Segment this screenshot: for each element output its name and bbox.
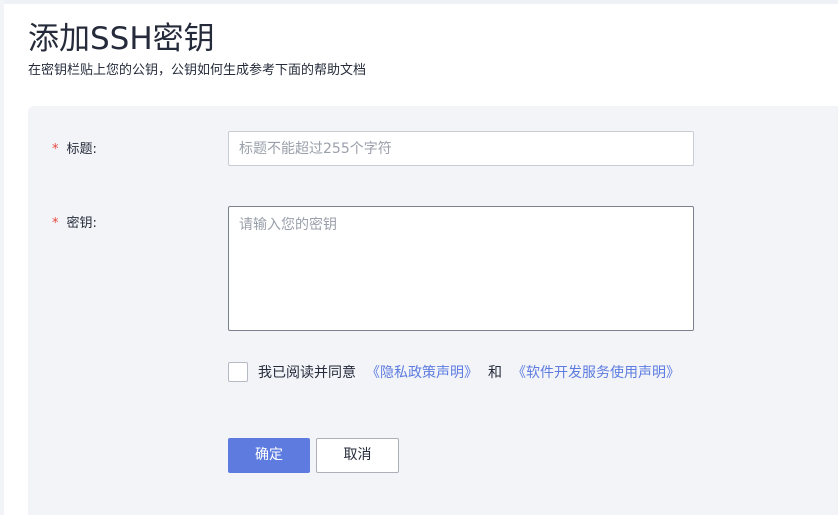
cancel-button[interactable]: 取消 <box>316 438 399 473</box>
required-mark: * <box>52 142 59 157</box>
required-mark: * <box>52 216 59 231</box>
title-field-label: * 标题: <box>52 140 97 160</box>
title-label-text: 标题: <box>66 142 97 157</box>
left-divider <box>0 0 4 515</box>
title-input[interactable] <box>228 131 694 166</box>
top-divider <box>0 0 838 4</box>
key-label-text: 密钥: <box>66 216 97 231</box>
confirm-button[interactable]: 确定 <box>228 438 310 473</box>
agreement-conjunction: 和 <box>488 365 502 381</box>
add-ssh-key-page: 添加SSH密钥 在密钥栏贴上您的公钥，公钥如何生成参考下面的帮助文档 * 标题: … <box>0 0 838 515</box>
key-field-label: * 密钥: <box>52 214 97 234</box>
page-title: 添加SSH密钥 <box>28 21 215 57</box>
agreement-checkbox[interactable] <box>228 362 248 382</box>
service-statement-link[interactable]: 《软件开发服务使用声明》 <box>512 362 680 382</box>
agreement-prefix-text: 我已阅读并同意 <box>258 365 356 381</box>
agreement-row: 我已阅读并同意 《隐私政策声明》 和 《软件开发服务使用声明》 <box>228 362 690 382</box>
key-textarea[interactable] <box>228 206 694 331</box>
privacy-policy-link[interactable]: 《隐私政策声明》 <box>366 362 478 382</box>
page-subtitle: 在密钥栏贴上您的公钥，公钥如何生成参考下面的帮助文档 <box>28 63 367 78</box>
